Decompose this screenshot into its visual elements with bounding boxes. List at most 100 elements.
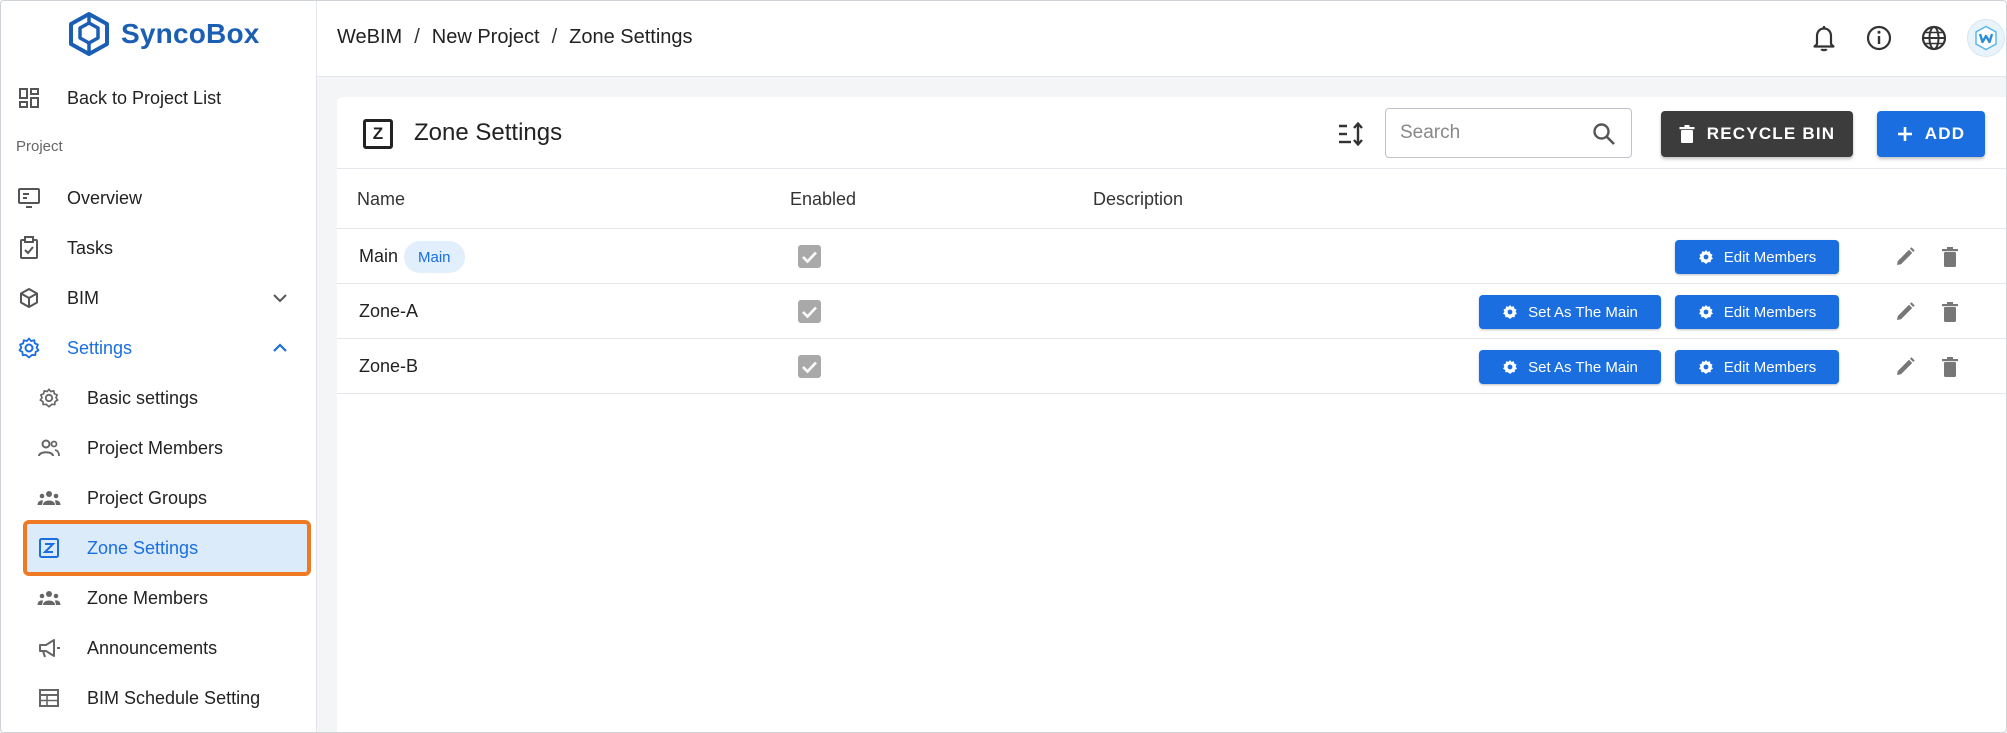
enabled-checkbox[interactable] <box>798 245 821 268</box>
table-icon <box>37 686 61 710</box>
trash-icon[interactable] <box>1938 355 1962 379</box>
sidebar-item-label: Overview <box>67 187 143 208</box>
sidebar-item-label: Basic settings <box>87 387 199 408</box>
app-name: SyncoBox <box>121 18 260 49</box>
search-icon[interactable] <box>1591 121 1617 147</box>
groups-icon <box>37 586 61 610</box>
sidebar-item-label: Settings <box>67 337 133 358</box>
trash-icon[interactable] <box>1938 245 1962 269</box>
back-to-project-list[interactable]: Back to Project List <box>1 78 317 118</box>
globe-icon[interactable] <box>1915 19 1953 57</box>
pencil-icon[interactable] <box>1893 245 1917 269</box>
column-header-enabled[interactable]: Enabled <box>790 189 856 210</box>
page-title: Zone Settings <box>414 119 563 146</box>
sidebar-item-tasks[interactable]: Tasks <box>1 228 317 268</box>
chevron-up-icon[interactable] <box>269 337 291 359</box>
clipboard-check-icon <box>17 236 41 260</box>
add-button[interactable]: ADD <box>1877 111 1985 157</box>
check-icon <box>802 251 817 263</box>
plus-icon <box>1897 127 1912 141</box>
check-icon <box>802 361 817 373</box>
pencil-icon[interactable] <box>1893 300 1917 324</box>
members-icon <box>37 436 61 460</box>
table-row: Main Main Edit Members <box>337 229 2006 284</box>
add-label: ADD <box>1924 124 1966 143</box>
trash-icon <box>1679 124 1695 143</box>
check-icon <box>802 306 817 318</box>
edit-members-button[interactable]: Edit Members <box>1675 350 1839 384</box>
zone-name: Zone-B <box>359 356 419 376</box>
back-label: Back to Project List <box>67 87 222 108</box>
trash-icon[interactable] <box>1938 300 1962 324</box>
info-icon[interactable] <box>1860 19 1898 57</box>
sidebar-item-bim-schedule-setting[interactable]: BIM Schedule Setting <box>1 678 317 718</box>
gear-icon <box>37 386 61 410</box>
top-actions <box>1788 19 2006 57</box>
search-box <box>1385 108 1632 158</box>
chevron-down-icon[interactable] <box>269 287 291 309</box>
sidebar-item-label: Project Members <box>87 437 224 458</box>
edit-members-button[interactable]: Edit Members <box>1675 295 1839 329</box>
logo[interactable]: SyncoBox <box>67 11 260 57</box>
sidebar-item-label: BIM Schedule Setting <box>87 687 261 708</box>
sidebar-item-settings[interactable]: Settings <box>1 328 317 368</box>
gear-icon <box>1698 305 1713 319</box>
zone-name: Main <box>359 246 399 266</box>
monitor-icon <box>17 186 41 210</box>
sidebar-item-bim[interactable]: BIM <box>1 278 317 318</box>
zone-z-icon: Z <box>363 119 393 149</box>
syncobox-logo-icon <box>69 12 109 56</box>
set-as-main-label: Set As The Main <box>1528 358 1638 376</box>
breadcrumb-separator: / <box>414 26 420 48</box>
pencil-icon[interactable] <box>1893 355 1917 379</box>
main-badge: Main <box>404 241 465 273</box>
edit-members-button[interactable]: Edit Members <box>1675 240 1839 274</box>
breadcrumb-item-current: Zone Settings <box>569 26 693 48</box>
edit-members-label: Edit Members <box>1723 358 1817 376</box>
breadcrumb: WeBIM / New Project / Zone Settings <box>337 26 693 49</box>
app-window: SyncoBox Back to Project List Project Ov… <box>0 0 2007 733</box>
recycle-bin-label: RECYCLE BIN <box>1706 124 1836 143</box>
edit-members-label: Edit Members <box>1723 303 1817 321</box>
breadcrumb-item[interactable]: WeBIM <box>337 26 402 49</box>
enabled-checkbox[interactable] <box>798 300 821 323</box>
gear-icon <box>1503 305 1518 319</box>
breadcrumb-item[interactable]: New Project <box>432 26 540 49</box>
sidebar-item-label: Zone Members <box>87 587 209 608</box>
gear-icon <box>17 336 41 360</box>
search-input[interactable] <box>1400 121 1580 145</box>
recycle-bin-button[interactable]: RECYCLE BIN <box>1661 111 1853 157</box>
set-as-main-button[interactable]: Set As The Main <box>1479 295 1661 329</box>
sidebar: SyncoBox Back to Project List Project Ov… <box>1 1 317 732</box>
sidebar-item-basic-settings[interactable]: Basic settings <box>1 378 317 418</box>
gear-icon <box>1698 360 1713 374</box>
set-as-main-label: Set As The Main <box>1528 303 1638 321</box>
bell-icon[interactable] <box>1805 19 1843 57</box>
section-label-project: Project <box>16 138 63 155</box>
column-header-name[interactable]: Name <box>357 189 405 210</box>
sidebar-item-announcements[interactable]: Announcements <box>1 628 317 668</box>
zone-settings-card: Z Zone Settings RECYCLE BIN ADD <box>337 97 2006 732</box>
cube-icon <box>17 286 41 310</box>
zone-z-icon <box>37 536 61 560</box>
breadcrumb-separator: / <box>551 26 558 48</box>
edit-members-label: Edit Members <box>1723 248 1817 266</box>
card-header: Z Zone Settings RECYCLE BIN ADD <box>337 97 2006 169</box>
dashboard-icon <box>17 86 41 110</box>
groups-icon <box>37 486 61 510</box>
megaphone-icon <box>37 636 61 660</box>
sort-icon[interactable] <box>1336 119 1366 149</box>
avatar[interactable] <box>1967 19 2005 57</box>
set-as-main-button[interactable]: Set As The Main <box>1479 350 1661 384</box>
sidebar-item-label: Zone Settings <box>87 537 199 558</box>
enabled-checkbox[interactable] <box>798 355 821 378</box>
sidebar-item-project-members[interactable]: Project Members <box>1 428 317 468</box>
sidebar-item-project-groups[interactable]: Project Groups <box>1 478 317 518</box>
column-header-description[interactable]: Description <box>1093 189 1183 210</box>
sidebar-item-zone-settings[interactable]: Zone Settings <box>1 528 317 568</box>
sidebar-item-zone-members[interactable]: Zone Members <box>1 578 317 618</box>
sidebar-item-overview[interactable]: Overview <box>1 178 317 218</box>
sidebar-item-label: Announcements <box>87 637 218 658</box>
sidebar-item-label: Tasks <box>67 237 114 258</box>
sidebar-item-label: Project Groups <box>87 487 208 508</box>
